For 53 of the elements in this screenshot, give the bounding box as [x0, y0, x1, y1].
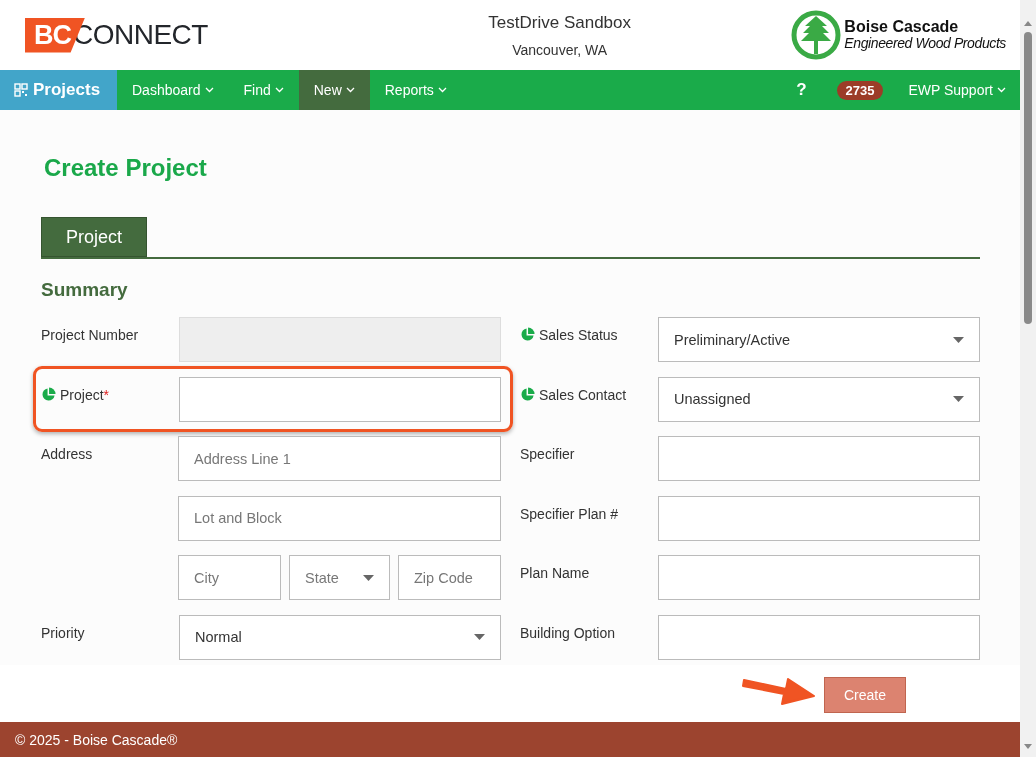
count-badge: 2735: [836, 80, 884, 100]
dropdown[interactable]: State: [289, 555, 390, 600]
logo-wordmark: CONNECT: [73, 19, 208, 51]
page-title: Create Project: [44, 154, 208, 183]
field-label: Priority: [41, 624, 85, 641]
input-field[interactable]: [179, 376, 501, 422]
grid-icon: [14, 83, 28, 97]
field-label: Building Option: [520, 624, 615, 641]
field-label: Plan Name: [520, 565, 590, 581]
user-menu[interactable]: EWP Support: [893, 70, 1020, 110]
copyright-text: © 2025 - Boise Cascade®: [15, 731, 178, 748]
input-field[interactable]: Zip Code: [398, 555, 501, 600]
chevron-icon: [437, 87, 447, 93]
input-field[interactable]: City: [178, 555, 281, 600]
projects-home-link[interactable]: Projects: [0, 70, 117, 110]
dropdown-arrow-icon: [953, 396, 964, 402]
input-field[interactable]: Lot and Block: [178, 495, 501, 541]
help-button[interactable]: ?: [781, 70, 822, 110]
dropdown[interactable]: Preliminary/Active: [658, 317, 980, 362]
input-field[interactable]: [658, 436, 980, 481]
section-heading: Summary: [41, 279, 129, 302]
nav-menu[interactable]: Dashboard: [117, 70, 229, 110]
app-logo[interactable]: BCCONNECT: [25, 17, 208, 53]
nav-menu[interactable]: Reports: [369, 70, 462, 110]
dropdown-arrow-icon: [953, 336, 964, 343]
chevron-icon: [204, 87, 214, 93]
input-field[interactable]: [658, 614, 980, 660]
field-label: Project Number: [41, 327, 139, 343]
nav-menu[interactable]: New: [298, 70, 370, 110]
input-field[interactable]: Address Line 1: [178, 436, 501, 481]
field-label: Project*: [60, 386, 110, 403]
dropdown[interactable]: Normal: [179, 614, 501, 660]
tree-logo-icon: [791, 10, 842, 60]
dropdown[interactable]: Unassigned: [658, 376, 980, 422]
dropdown-arrow-icon: [363, 574, 374, 581]
chevron-icon: [345, 87, 355, 93]
dropdown-arrow-icon: [474, 634, 485, 640]
brand-name: Boise Cascade: [844, 19, 960, 35]
nav-menu[interactable]: Find: [228, 70, 299, 110]
field-label: Address: [41, 446, 93, 462]
scrollbar[interactable]: [1020, 0, 1036, 757]
brand-tagline: Engineered Wood Products: [844, 35, 1006, 51]
field-label: Specifier: [520, 446, 575, 462]
sandbox-title: TestDrive Sandbox: [488, 12, 631, 33]
location-text: Vancouver, WA: [512, 41, 608, 58]
field-label: Specifier Plan #: [520, 505, 619, 522]
input-field[interactable]: [658, 495, 980, 541]
field-label: Sales Contact: [539, 386, 627, 403]
chevron-icon: [274, 87, 284, 93]
chevron-icon: [997, 87, 1006, 93]
field-label: Sales Status: [539, 327, 618, 343]
input-field[interactable]: [658, 555, 980, 600]
tab[interactable]: Project: [41, 217, 148, 257]
